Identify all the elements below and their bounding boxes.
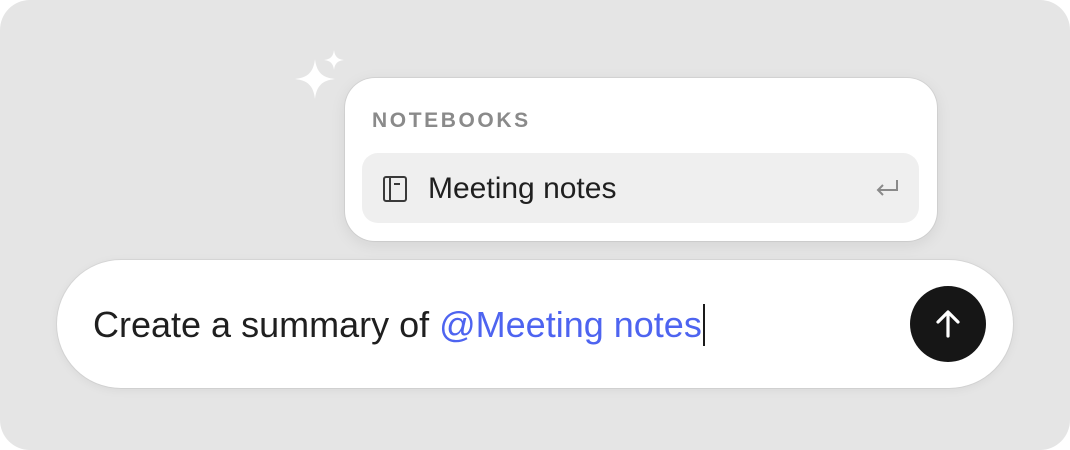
prompt-text: Create a summary of [93, 304, 440, 345]
suggestion-item-label: Meeting notes [428, 172, 617, 205]
text-caret [702, 304, 705, 346]
arrow-up-icon [936, 310, 960, 338]
mention-chip[interactable]: @Meeting notes [439, 304, 702, 345]
enter-key-icon [876, 180, 898, 196]
app-canvas: NOTEBOOKS Meeting notes Create a summary… [0, 0, 1070, 450]
mention-suggestions-popover: NOTEBOOKS Meeting notes [345, 78, 937, 241]
prompt-input[interactable]: Create a summary of @Meeting notes [93, 304, 705, 346]
prompt-composer: Create a summary of @Meeting notes [57, 260, 1013, 388]
notebook-icon [383, 176, 407, 202]
popover-section-heading: NOTEBOOKS [372, 109, 531, 132]
send-button[interactable] [910, 286, 986, 362]
sparkle-small-icon [324, 50, 344, 70]
suggestion-item-meeting-notes[interactable]: Meeting notes [362, 153, 919, 223]
